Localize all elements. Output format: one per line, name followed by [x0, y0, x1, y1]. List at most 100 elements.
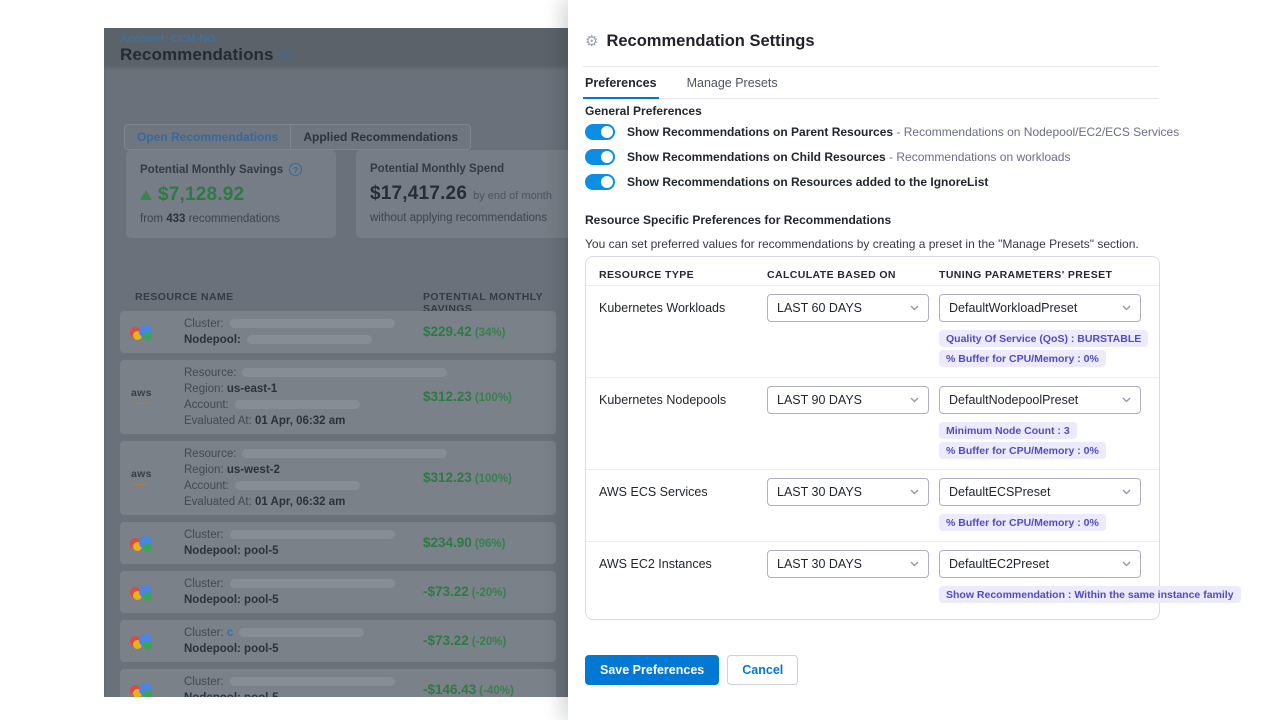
resource-pref-row: Kubernetes NodepoolsLAST 90 DAYS DefaultN… [586, 377, 1159, 469]
tab-preferences[interactable]: Preferences [583, 72, 659, 99]
chevron-down-icon [1122, 489, 1131, 495]
gcp-icon [130, 323, 154, 341]
savings-value: $312.23(100%) [423, 388, 512, 406]
resource-type-label: AWS ECS Services [599, 478, 767, 499]
gcp-icon [130, 632, 154, 650]
toggle-switch[interactable] [585, 124, 615, 140]
resource-details: Cluster:Nodepool: pool-5 [184, 527, 395, 559]
recommendation-row[interactable]: Cluster:Nodepool: pool-5$234.90(96%) [120, 522, 556, 564]
potential-monthly-spend-card: Potential Monthly Spend $17,417.26 by en… [356, 150, 568, 238]
chevron-down-icon [910, 305, 919, 311]
general-preferences-heading: General Preferences [585, 104, 702, 118]
redacted-text [230, 579, 395, 588]
preset-badge: Show Recommendation : Within the same in… [939, 586, 1241, 603]
aws-icon: aws [130, 388, 154, 406]
chevron-down-icon [1122, 397, 1131, 403]
info-icon[interactable]: i [280, 49, 293, 62]
recommendation-row[interactable]: awsResource:Region: us-west-2Account:Eva… [120, 441, 556, 515]
title-divider [583, 66, 1159, 67]
spend-card-sub: without applying recommendations [370, 212, 568, 224]
gcp-icon [130, 583, 154, 601]
resource-prefs-heading: Resource Specific Preferences for Recomm… [585, 213, 891, 227]
recommendation-settings-drawer: ⚙ Recommendation Settings Preferences Ma… [568, 0, 1280, 720]
resource-prefs-card: RESOURCE TYPE CALCULATE BASED ON TUNING … [585, 256, 1160, 620]
recommendation-row[interactable]: Cluster:Nodepool: pool-5 -$146.43(-40%) [120, 669, 556, 697]
recommendations-tabs: Open Recommendations Applied Recommendat… [124, 124, 471, 150]
resource-details: Resource:Region: us-west-2Account:Evalua… [184, 446, 447, 510]
calculate-based-on-select[interactable]: LAST 60 DAYS [767, 294, 929, 322]
spend-card-label: Potential Monthly Spend [370, 163, 504, 175]
resource-pref-row: AWS EC2 InstancesLAST 30 DAYS DefaultEC2P… [586, 541, 1159, 613]
col-resource-type: RESOURCE TYPE [599, 269, 767, 281]
toggle-label: Show Recommendations on Child Resources … [627, 150, 1070, 164]
redacted-text [242, 449, 447, 458]
chevron-down-icon [1122, 561, 1131, 567]
savings-card-sub: from 433 recommendations [140, 213, 322, 225]
chevron-down-icon [910, 397, 919, 403]
recommendation-row[interactable]: Cluster:Nodepool:$229.42(34%) [120, 311, 556, 353]
settings-tabs: Preferences Manage Presets [583, 72, 1159, 99]
spend-card-suffix: by end of month [473, 190, 552, 202]
redacted-text [230, 530, 395, 539]
savings-value: $312.23(100%) [423, 469, 512, 487]
calculate-based-on-select[interactable]: LAST 30 DAYS [767, 550, 929, 578]
resource-details: Cluster:Nodepool: pool-5 [184, 674, 395, 697]
recommendation-row[interactable]: Cluster:Nodepool: pool-5 -$73.22(-20%) [120, 571, 556, 613]
resource-details: Cluster:Nodepool: pool-5 [184, 576, 395, 608]
tuning-preset-select[interactable]: DefaultWorkloadPreset [939, 294, 1141, 322]
general-preferences-toggles: Show Recommendations on Parent Resources… [585, 124, 1179, 190]
col-calculate-based-on: CALCULATE BASED ON [767, 269, 939, 281]
recommendation-row[interactable]: Cluster: cNodepool: pool-5 -$73.22(-20%) [120, 620, 556, 662]
page-header: Account: CCM-NG Recommendations i [104, 28, 568, 66]
redacted-text [242, 368, 447, 377]
savings-card-label: Potential Monthly Savings [140, 164, 283, 176]
preference-toggle-row: Show Recommendations on Parent Resources… [585, 124, 1179, 140]
redacted-text [230, 319, 395, 328]
savings-value: -$146.43(-40%) [423, 681, 514, 697]
toggle-switch[interactable] [585, 174, 615, 190]
preset-badge: % Buffer for CPU/Memory : 0% [939, 442, 1106, 459]
toggle-label: Show Recommendations on Resources added … [627, 175, 988, 189]
recommendations-list: Cluster:Nodepool:$229.42(34%)awsResource… [120, 311, 556, 697]
tuning-preset-select[interactable]: DefaultECSPreset [939, 478, 1141, 506]
cancel-button[interactable]: Cancel [727, 655, 798, 685]
tab-applied-recommendations[interactable]: Applied Recommendations [290, 125, 470, 149]
preset-badge: Minimum Node Count : 3 [939, 422, 1077, 439]
chevron-down-icon [1122, 305, 1131, 311]
potential-monthly-savings-card: Potential Monthly Savings ? $7,128.92 fr… [126, 150, 336, 238]
savings-value: -$73.22(-20%) [423, 583, 506, 601]
savings-value: -$73.22(-20%) [423, 632, 506, 650]
page-body: Open Recommendations Applied Recommendat… [104, 66, 568, 697]
tuning-preset-select[interactable]: DefaultEC2Preset [939, 550, 1141, 578]
chevron-down-icon [910, 561, 919, 567]
spend-card-value: $17,417.26 [370, 183, 467, 205]
resource-prefs-note: You can set preferred values for recomme… [585, 237, 1139, 251]
gcp-icon [130, 534, 154, 552]
gcp-icon [130, 681, 154, 697]
recommendations-page: Account: CCM-NG Recommendations i Open R… [104, 28, 568, 697]
save-preferences-button[interactable]: Save Preferences [585, 655, 719, 685]
tab-manage-presets[interactable]: Manage Presets [685, 72, 780, 98]
resource-pref-row: AWS ECS ServicesLAST 30 DAYS DefaultECSPr… [586, 469, 1159, 541]
gear-icon: ⚙ [585, 34, 598, 49]
resource-type-label: Kubernetes Workloads [599, 294, 767, 315]
help-icon[interactable]: ? [289, 163, 302, 176]
tab-open-recommendations[interactable]: Open Recommendations [125, 125, 290, 149]
toggle-switch[interactable] [585, 149, 615, 165]
preference-toggle-row: Show Recommendations on Child Resources … [585, 149, 1179, 165]
resource-prefs-header-row: RESOURCE TYPE CALCULATE BASED ON TUNING … [586, 261, 1159, 285]
page-title: Recommendations [120, 45, 274, 65]
redacted-text [239, 628, 364, 637]
resource-details: Cluster: cNodepool: pool-5 [184, 625, 364, 657]
col-resource-name: RESOURCE NAME [135, 291, 234, 303]
resource-type-label: Kubernetes Nodepools [599, 386, 767, 407]
account-breadcrumb-link[interactable]: Account: CCM-NG [120, 33, 216, 45]
preset-badge: Quality Of Service (QoS) : BURSTABLE [939, 330, 1148, 347]
tuning-preset-select[interactable]: DefaultNodepoolPreset [939, 386, 1141, 414]
redacted-text [230, 677, 395, 686]
recommendation-row[interactable]: awsResource:Region: us-east-1Account:Eva… [120, 360, 556, 434]
calculate-based-on-select[interactable]: LAST 30 DAYS [767, 478, 929, 506]
savings-value: $229.42(34%) [423, 323, 506, 341]
calculate-based-on-select[interactable]: LAST 90 DAYS [767, 386, 929, 414]
resource-type-label: AWS EC2 Instances [599, 550, 767, 571]
